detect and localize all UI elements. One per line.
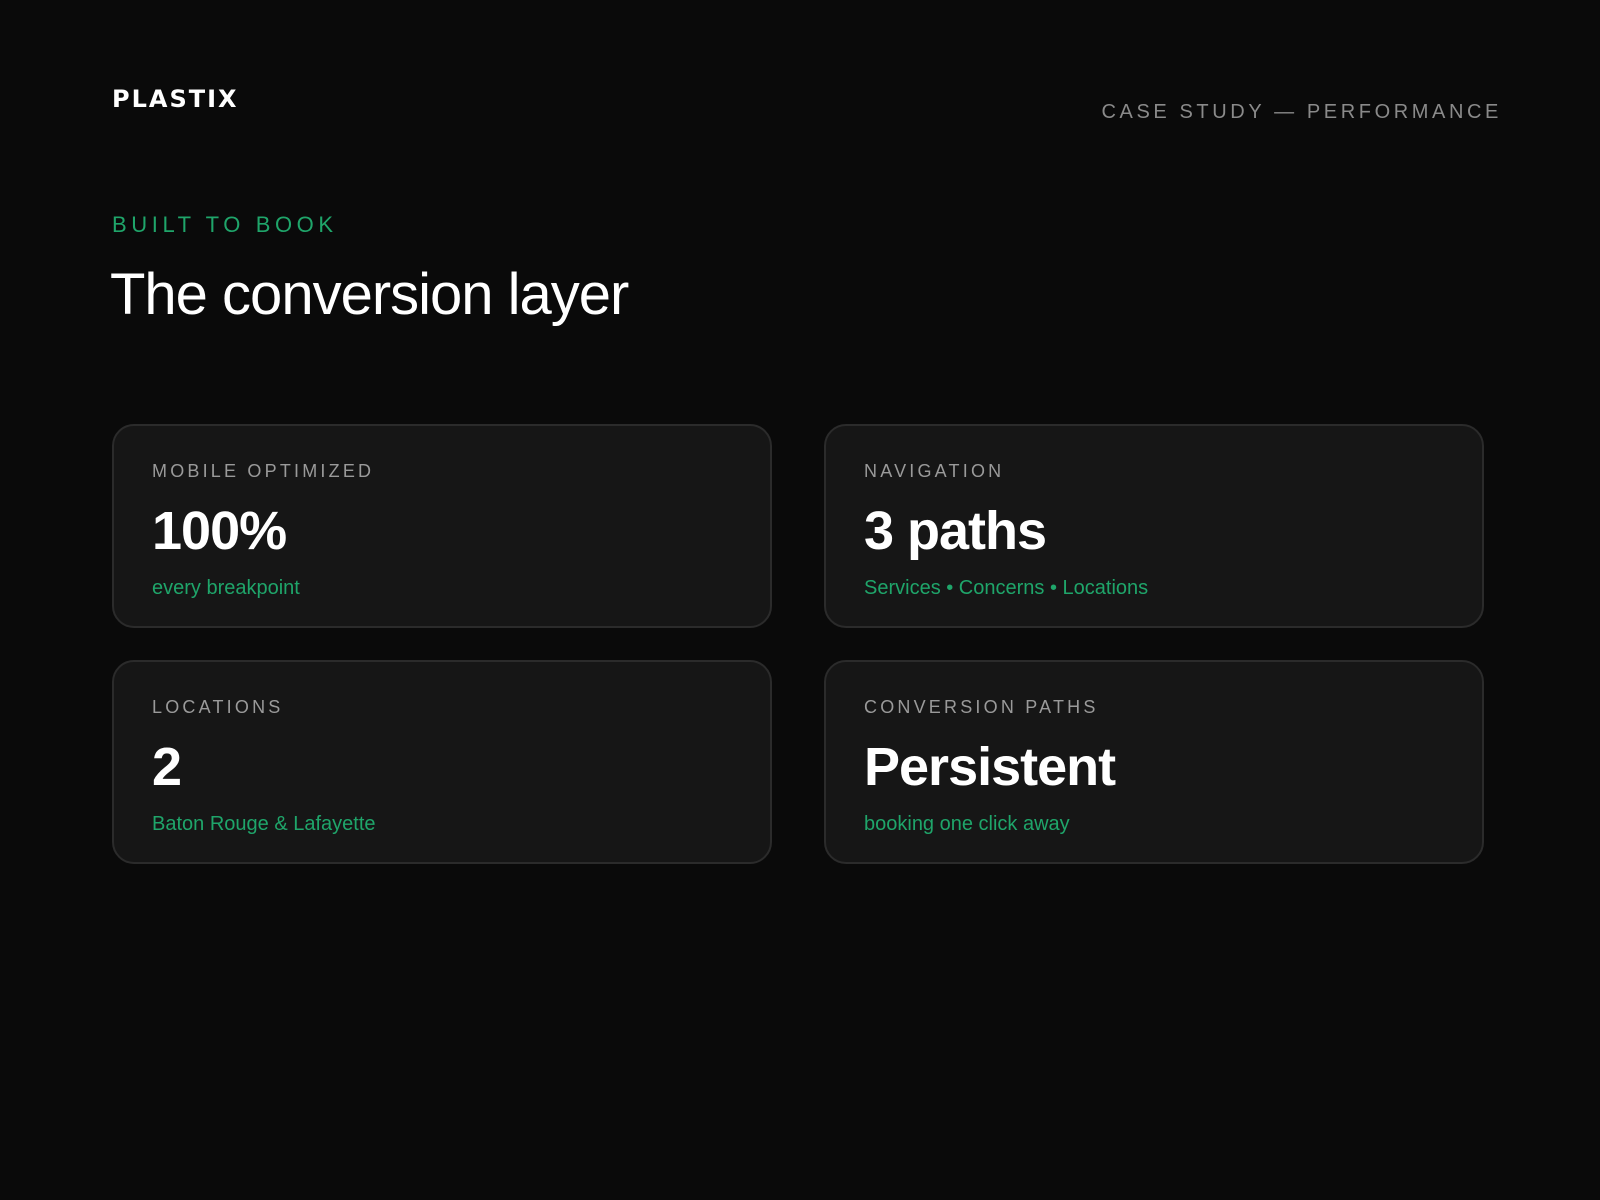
page-title: The conversion layer	[110, 262, 629, 327]
stat-card-mobile-optimized: MOBILE OPTIMIZED 100% every breakpoint	[112, 424, 772, 628]
stat-card-label: NAVIGATION	[864, 461, 1005, 481]
stat-card-value: 3 paths	[864, 501, 1047, 561]
stat-card-label: LOCATIONS	[152, 697, 284, 717]
stat-card-subtext: Services • Concerns • Locations	[864, 577, 1149, 599]
stat-card-conversion-paths: CONVERSION PATHS Persistent booking one …	[824, 660, 1484, 864]
stat-card-subtext: every breakpoint	[152, 577, 300, 599]
stat-card-value: Persistent	[864, 737, 1116, 797]
stat-card-label: MOBILE OPTIMIZED	[152, 461, 375, 481]
stat-card-label: CONVERSION PATHS	[864, 697, 1099, 717]
stat-card-navigation: NAVIGATION 3 paths Services • Concerns •…	[824, 424, 1484, 628]
stat-card-subtext: Baton Rouge & Lafayette	[152, 813, 376, 835]
stat-card-subtext: booking one click away	[864, 813, 1070, 835]
section-eyebrow: BUILT TO BOOK	[112, 212, 338, 237]
stat-card-value: 2	[152, 737, 182, 797]
stat-card-value: 100%	[152, 501, 287, 561]
brand-logo[interactable]: PLASTIX	[112, 84, 239, 114]
stat-card-locations: LOCATIONS 2 Baton Rouge & Lafayette	[112, 660, 772, 864]
case-study-label: CASE STUDY — PERFORMANCE	[1101, 101, 1502, 123]
case-study-page: PLASTIX CASE STUDY — PERFORMANCE BUILT T…	[0, 0, 1600, 1200]
